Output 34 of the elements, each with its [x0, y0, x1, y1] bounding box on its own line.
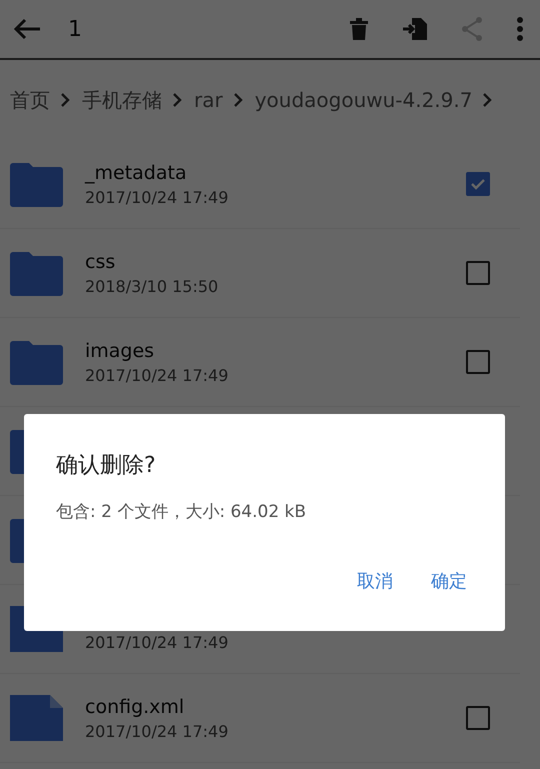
breadcrumb-link[interactable]: rar: [194, 88, 223, 112]
dialog-title: 确认删除?: [56, 452, 156, 480]
folder-icon: [10, 250, 63, 296]
file-date: 2018/3/10 15:50: [85, 276, 220, 296]
breadcrumb-link[interactable]: 手机存储: [82, 86, 162, 114]
more-icon[interactable]: [516, 17, 524, 41]
move-icon[interactable]: [402, 17, 428, 41]
checkbox[interactable]: [466, 172, 490, 196]
selection-count: 1: [68, 16, 82, 42]
chevron-icon: [60, 92, 70, 108]
checkbox[interactable]: [466, 350, 490, 374]
file-name: _metadata: [85, 162, 188, 184]
dialog-button[interactable]: 取消: [343, 565, 407, 597]
chevron-icon: [172, 92, 182, 108]
checkbox[interactable]: [466, 261, 490, 285]
folder-icon: [10, 339, 63, 385]
file-date: 2017/10/24 17:49: [85, 366, 230, 384]
chevron-icon: [482, 92, 492, 108]
delete-icon[interactable]: [349, 17, 369, 41]
file-name: config.xml: [85, 696, 186, 718]
chevron-icon: [232, 92, 243, 108]
dialog-message: 包含: 2 个文件，大小: 64.02 kB: [56, 501, 306, 523]
folder-icon: [10, 161, 63, 207]
file-icon: [10, 695, 63, 741]
file-date: 2017/10/24 17:49: [85, 722, 230, 740]
file-date: 2017/10/24 17:49: [85, 188, 230, 206]
breadcrumb-link[interactable]: youdaogouwu-4.2.9.7: [254, 88, 472, 112]
breadcrumb-link[interactable]: 首页: [10, 86, 50, 114]
file-date: 2017/10/24 17:49: [85, 633, 230, 652]
back-icon[interactable]: [12, 17, 42, 41]
checkbox[interactable]: [466, 706, 490, 730]
file-name: css: [85, 250, 116, 272]
dialog-button[interactable]: 确定: [417, 565, 481, 597]
file-name: images: [85, 340, 156, 362]
